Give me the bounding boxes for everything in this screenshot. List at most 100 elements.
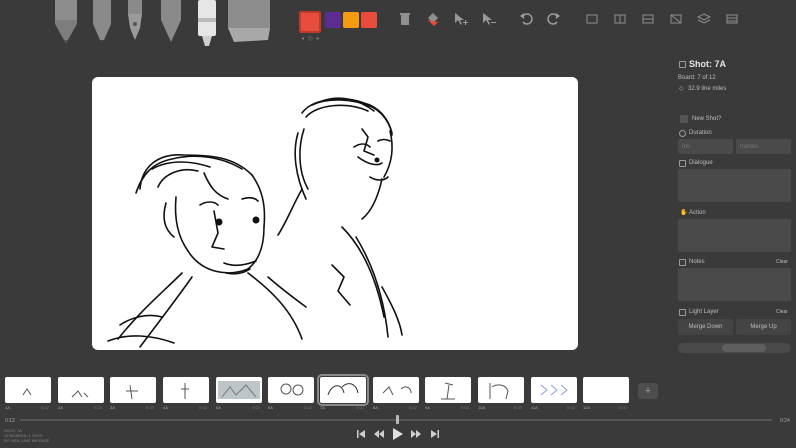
- thumbnail-sketch: [327, 383, 359, 396]
- board-label: 2A: [58, 405, 63, 410]
- pen-icon[interactable]: [124, 0, 146, 44]
- thumbnail-sketch: [126, 384, 138, 400]
- line-miles: 32.9 line miles: [688, 86, 727, 92]
- board-label: 4A: [163, 405, 168, 410]
- board-thumbnail[interactable]: [5, 377, 51, 403]
- light-pencil-icon[interactable]: [53, 0, 79, 44]
- board-thumbnail[interactable]: [317, 374, 369, 406]
- new-shot-checkbox[interactable]: [680, 115, 688, 123]
- add-selection-icon[interactable]: [454, 12, 468, 26]
- brush-icon[interactable]: [158, 0, 184, 44]
- thumbnail-sketch: [218, 381, 260, 399]
- board-thumbnail[interactable]: [110, 377, 156, 403]
- dialogue-label: Dialogue: [689, 160, 713, 166]
- board-label: 3A: [110, 405, 115, 410]
- play-icon[interactable]: [392, 427, 404, 444]
- notes-icon: [679, 259, 686, 266]
- rewind-icon[interactable]: [373, 429, 385, 442]
- sketch-drawing: [107, 97, 403, 348]
- board-thumbnail[interactable]: [583, 377, 629, 403]
- board-label: 8A: [373, 405, 378, 410]
- board-thumbnail[interactable]: [373, 377, 419, 403]
- board-duration: 0:02: [567, 405, 575, 410]
- fast-forward-icon[interactable]: [410, 429, 422, 442]
- thumbnail-sketch: [22, 388, 32, 396]
- board-thumbnail[interactable]: [268, 377, 314, 403]
- action-field[interactable]: [678, 219, 791, 252]
- drawing-canvas[interactable]: [92, 77, 578, 350]
- thumbnail-sketch: [280, 383, 304, 396]
- shot-icon: [679, 61, 686, 68]
- toolbar: ◂ ◎ ▸: [0, 0, 796, 50]
- start-time: 0:12: [5, 418, 15, 424]
- opacity-slider-thumb[interactable]: [722, 344, 766, 352]
- palette-color-3[interactable]: [361, 12, 377, 28]
- grid-icon[interactable]: [725, 12, 739, 26]
- add-board-button[interactable]: +: [638, 383, 658, 399]
- board-info: Board: 7 of 12: [678, 75, 716, 81]
- board-thumbnail[interactable]: [216, 377, 262, 403]
- eraser-icon[interactable]: [228, 0, 272, 44]
- layout-2-icon[interactable]: [613, 12, 627, 26]
- board-thumbnail[interactable]: [425, 377, 471, 403]
- clock-icon: [679, 130, 686, 137]
- trash-icon[interactable]: [398, 12, 412, 26]
- duration-ms-input[interactable]: [678, 139, 733, 154]
- board-label: 7A: [320, 405, 325, 410]
- redo-icon[interactable]: [547, 12, 561, 26]
- notes-field[interactable]: [678, 268, 791, 301]
- board-thumbnail[interactable]: [163, 377, 209, 403]
- shot-details-panel: Shot: 7A Board: 7 of 12 ◇ 32.9 line mile…: [672, 52, 796, 362]
- pencil-icon[interactable]: [91, 0, 113, 44]
- layers-icon[interactable]: [696, 12, 712, 26]
- thumbnail-sketch: [489, 383, 509, 400]
- palette-color-1[interactable]: [325, 12, 341, 28]
- board-duration: 0:02: [409, 405, 417, 410]
- board-filmstrip: 1A 0:02 2A 0:02 3A 0:02 4A 0:02 5A 0:02 6A 0:02 7A 0:…: [0, 374, 796, 412]
- board-label: 5A: [216, 405, 221, 410]
- merge-up-button[interactable]: Merge Up: [736, 319, 791, 335]
- board-duration: 0:02: [356, 405, 364, 410]
- dialogue-icon: [679, 160, 686, 167]
- action-label: Action: [689, 210, 706, 216]
- fill-icon[interactable]: [426, 12, 440, 26]
- board-duration: 0:02: [146, 405, 154, 410]
- skip-end-icon[interactable]: [430, 429, 440, 442]
- light-layer-clear-button[interactable]: Clear: [776, 309, 788, 315]
- layout-3-icon[interactable]: [641, 12, 655, 26]
- end-time: 0:24: [780, 418, 790, 424]
- marker-icon[interactable]: [196, 0, 218, 48]
- thumbnail-sketch: [441, 382, 455, 400]
- thumbnail-sketch: [181, 383, 189, 399]
- board-thumbnail[interactable]: [478, 377, 524, 403]
- skip-start-icon[interactable]: [356, 429, 366, 442]
- new-shot-label: New Shot?: [692, 116, 722, 122]
- current-color-swatch[interactable]: [299, 11, 321, 33]
- playhead[interactable]: [396, 415, 399, 424]
- duration-frames-input[interactable]: [736, 139, 791, 154]
- palette-color-2[interactable]: [343, 12, 359, 28]
- dialogue-field[interactable]: [678, 169, 791, 202]
- notes-label: Notes: [689, 259, 705, 265]
- timeline: 0:12 0:24 SHOT: 7A 12 BOARDS, 1 SHOT BY:…: [0, 412, 796, 448]
- board-label: 6A: [268, 405, 273, 410]
- merge-down-button[interactable]: Merge Down: [678, 319, 733, 335]
- notes-clear-button[interactable]: Clear: [776, 259, 788, 265]
- board-label: 9A: [425, 405, 430, 410]
- board-label: 1A: [5, 405, 10, 410]
- shot-title: Shot: 7A: [689, 59, 726, 69]
- layout-4-icon[interactable]: [669, 12, 683, 26]
- board-duration: 0:02: [514, 405, 522, 410]
- remove-selection-icon[interactable]: [482, 12, 496, 26]
- palette-pager[interactable]: ◂ ◎ ▸: [301, 35, 321, 42]
- undo-icon[interactable]: [519, 12, 533, 26]
- board-duration: 0:02: [461, 405, 469, 410]
- board-label: 12A: [583, 405, 591, 410]
- board-thumbnail[interactable]: [58, 377, 104, 403]
- layout-1-icon[interactable]: [585, 12, 599, 26]
- thumbnail-sketch: [583, 377, 629, 403]
- board-thumbnail[interactable]: [531, 377, 577, 403]
- board-duration: 0:02: [94, 405, 102, 410]
- opacity-slider[interactable]: [678, 343, 791, 353]
- light-layer-label: Light Layer: [689, 309, 719, 315]
